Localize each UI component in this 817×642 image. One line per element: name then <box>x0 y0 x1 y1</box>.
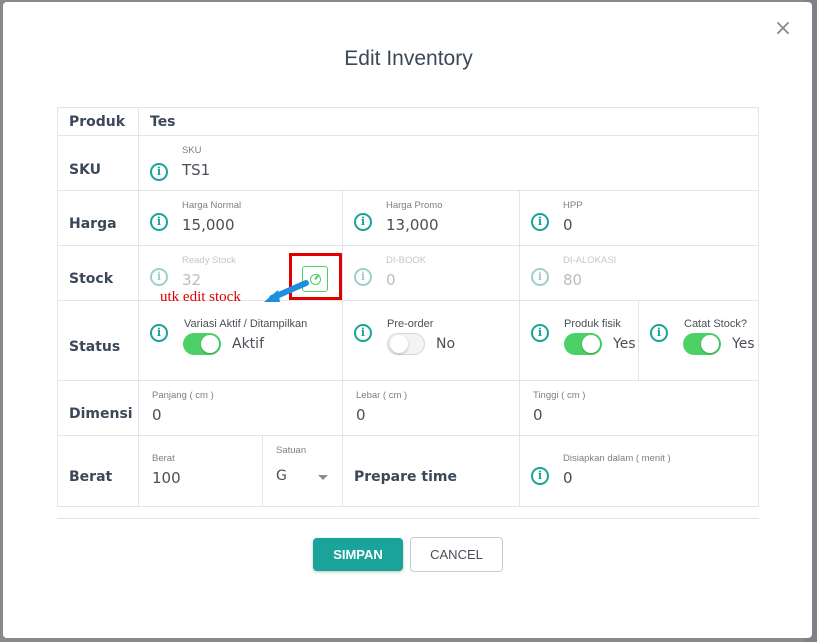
lebar-cell <box>342 380 520 436</box>
harga-normal-cell <box>138 190 343 246</box>
hpp-cell <box>519 190 759 246</box>
info-icon[interactable]: i <box>354 324 372 342</box>
preorder-toggle[interactable] <box>387 333 425 355</box>
lebar-input[interactable]: 0 <box>356 406 366 424</box>
disiapkan-input[interactable]: 0 <box>563 469 573 487</box>
info-icon[interactable]: i <box>531 324 549 342</box>
berat-label: Berat <box>69 469 113 485</box>
harga-promo-label: Harga Promo <box>386 200 443 211</box>
lebar-label: Lebar ( cm ) <box>356 390 408 401</box>
hpp-label: HPP <box>563 200 583 211</box>
info-icon[interactable]: i <box>150 213 168 231</box>
status-label: Status <box>69 339 121 355</box>
divider <box>57 518 759 519</box>
di-alokasi-cell <box>519 245 759 301</box>
variasi-label: Variasi Aktif / Ditampilkan <box>184 318 308 330</box>
di-alokasi-input: 80 <box>563 271 583 289</box>
ready-stock-label: Ready Stock <box>182 255 236 266</box>
ready-stock-input: 32 <box>182 271 202 289</box>
disiapkan-label: Disiapkan dalam ( menit ) <box>563 453 671 464</box>
stock-label: Stock <box>69 271 114 287</box>
dialog-title: Edit Inventory <box>344 47 473 70</box>
info-icon[interactable]: i <box>531 467 549 485</box>
prepare-time-label: Prepare time <box>354 469 457 485</box>
satuan-select[interactable]: G <box>276 468 287 484</box>
produk-fisik-label: Produk fisik <box>564 318 621 330</box>
info-icon[interactable]: i <box>650 324 668 342</box>
sku-field-label: SKU <box>182 145 202 156</box>
preorder-label: Pre-order <box>387 318 434 330</box>
tinggi-cell <box>519 380 759 436</box>
variasi-value: Aktif <box>232 336 264 352</box>
harga-label: Harga <box>69 216 117 232</box>
annotation-text: utk edit stock <box>160 289 241 305</box>
panjang-label: Panjang ( cm ) <box>152 390 214 401</box>
satuan-label: Satuan <box>276 445 307 456</box>
preorder-cell <box>342 300 520 381</box>
info-icon[interactable]: i <box>150 268 168 286</box>
variasi-toggle[interactable] <box>183 333 221 355</box>
info-icon[interactable]: i <box>150 324 168 342</box>
tinggi-input[interactable]: 0 <box>533 406 543 424</box>
harga-promo-input[interactable]: 13,000 <box>386 216 439 234</box>
disiapkan-cell <box>519 435 759 507</box>
dimensi-label: Dimensi <box>69 406 133 422</box>
catat-stock-value: Yes <box>732 336 755 352</box>
chevron-down-icon[interactable] <box>318 475 328 480</box>
tinggi-label: Tinggi ( cm ) <box>533 390 586 401</box>
di-alokasi-label: DI-ALOKASI <box>563 255 617 266</box>
produk-label: Produk <box>69 114 126 130</box>
hpp-input[interactable]: 0 <box>563 216 573 234</box>
di-book-input: 0 <box>386 271 396 289</box>
info-icon[interactable]: i <box>354 213 372 231</box>
preorder-value: No <box>436 336 456 352</box>
di-book-label: DI-BOOK <box>386 255 427 266</box>
catat-stock-toggle[interactable] <box>683 333 721 355</box>
berat-field-label: Berat <box>152 453 175 464</box>
info-icon[interactable]: i <box>531 213 549 231</box>
harga-normal-label: Harga Normal <box>182 200 242 211</box>
sku-input[interactable]: TS1 <box>182 161 210 179</box>
annotation-arrow-icon <box>264 280 309 302</box>
info-icon[interactable]: i <box>531 268 549 286</box>
sku-field-cell <box>138 135 759 191</box>
save-button[interactable]: SIMPAN <box>313 538 403 571</box>
info-icon[interactable]: i <box>354 268 372 286</box>
cancel-button[interactable]: CANCEL <box>410 537 503 572</box>
close-icon[interactable]: × <box>772 18 794 40</box>
sku-label: SKU <box>69 162 102 178</box>
produk-value: Tes <box>150 114 176 130</box>
harga-normal-input[interactable]: 15,000 <box>182 216 235 234</box>
catat-stock-label: Catat Stock? <box>684 318 747 330</box>
panjang-cell <box>138 380 343 436</box>
produk-fisik-value: Yes <box>613 336 636 352</box>
info-icon[interactable]: i <box>150 163 168 181</box>
berat-input[interactable]: 100 <box>152 469 181 487</box>
produk-value-cell <box>138 107 759 136</box>
panjang-input[interactable]: 0 <box>152 406 162 424</box>
produk-fisik-toggle[interactable] <box>564 333 602 355</box>
